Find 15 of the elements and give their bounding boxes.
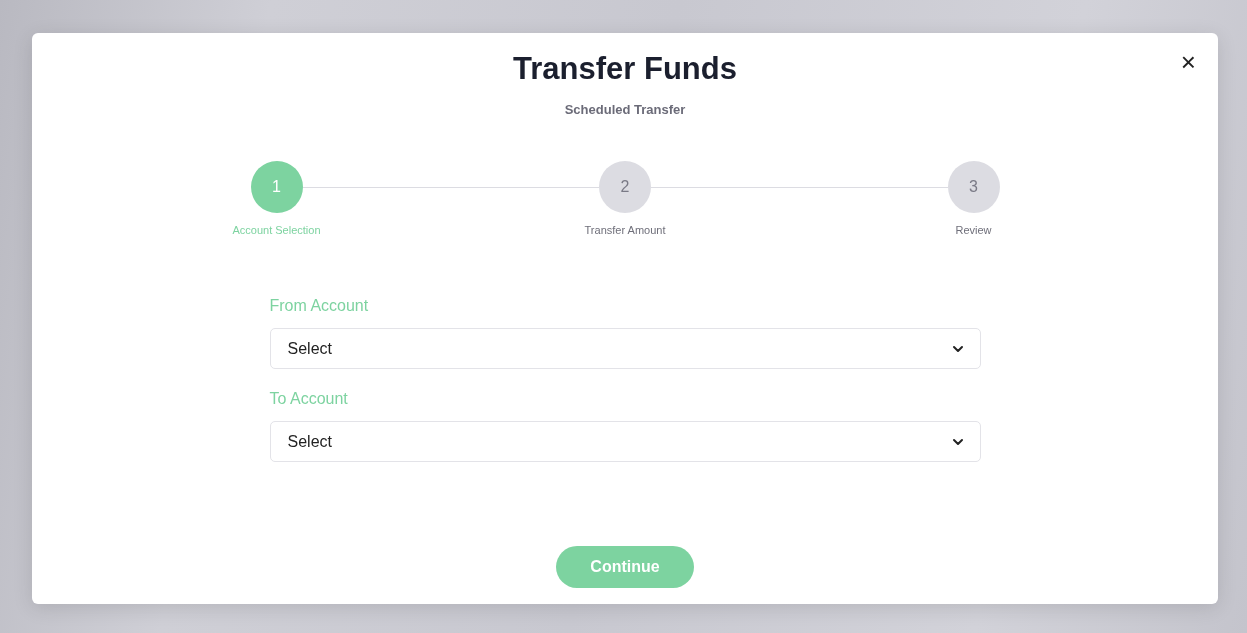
chevron-down-icon: [951, 437, 964, 446]
dialog-title: Transfer Funds: [513, 51, 737, 87]
step-label: Review: [955, 224, 992, 236]
step-label: Transfer Amount: [584, 224, 666, 236]
field-label: To Account: [269, 389, 348, 409]
step-circle: 2: [599, 161, 651, 213]
step-circle: 1: [250, 161, 303, 213]
step-label: Account Selection: [232, 224, 321, 236]
dialog-subtitle: Scheduled Transfer: [564, 102, 686, 117]
close-button[interactable]: ×: [1176, 47, 1200, 77]
step-circle: 3: [947, 161, 1000, 213]
account-dropdown[interactable]: Select: [269, 421, 981, 462]
field-label: From Account: [269, 296, 369, 316]
account-dropdown[interactable]: Select: [269, 328, 981, 369]
chevron-down-icon: [951, 344, 964, 353]
